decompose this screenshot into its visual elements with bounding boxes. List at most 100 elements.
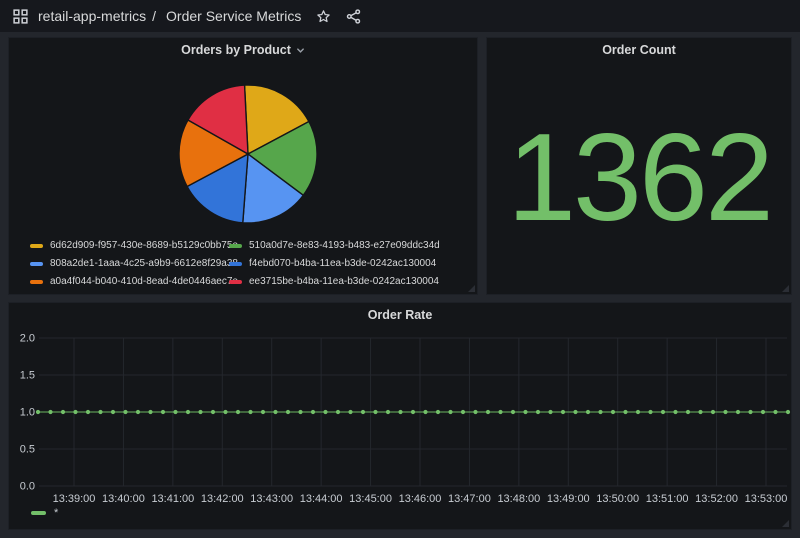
y-axis-tick-label: 0.5 <box>20 444 35 456</box>
data-point[interactable] <box>273 410 277 414</box>
data-point[interactable] <box>386 410 390 414</box>
data-point[interactable] <box>498 410 502 414</box>
panel-order-rate: Order Rate 2.01.51.00.50.013:39:0013:40:… <box>8 302 792 530</box>
data-point[interactable] <box>686 410 690 414</box>
data-point[interactable] <box>711 410 715 414</box>
data-point[interactable] <box>748 410 752 414</box>
data-point[interactable] <box>98 410 102 414</box>
data-point[interactable] <box>661 410 665 414</box>
data-point[interactable] <box>36 410 40 414</box>
x-axis-tick-label: 13:53:00 <box>745 493 788 505</box>
data-point[interactable] <box>423 410 427 414</box>
pie-legend-item[interactable]: 808a2de1-1aaa-4c25-a9b9-6612e8f29a38 <box>30 257 229 270</box>
data-point[interactable] <box>248 410 252 414</box>
data-point[interactable] <box>736 410 740 414</box>
data-point[interactable] <box>411 410 415 414</box>
panel-resize-handle[interactable] <box>468 285 475 292</box>
data-point[interactable] <box>61 410 65 414</box>
data-point[interactable] <box>361 410 365 414</box>
data-point[interactable] <box>636 410 640 414</box>
data-point[interactable] <box>548 410 552 414</box>
pie-legend-item[interactable]: 510a0d7e-8e83-4193-b483-e27e09ddc34d <box>229 239 440 252</box>
timeseries-chart[interactable]: 2.01.51.00.50.013:39:0013:40:0013:41:001… <box>9 303 793 531</box>
data-point[interactable] <box>773 410 777 414</box>
data-point[interactable] <box>298 410 302 414</box>
data-point[interactable] <box>573 410 577 414</box>
data-point[interactable] <box>211 410 215 414</box>
data-point[interactable] <box>86 410 90 414</box>
data-point[interactable] <box>323 410 327 414</box>
data-point[interactable] <box>623 410 627 414</box>
data-point[interactable] <box>723 410 727 414</box>
y-axis-tick-label: 0.0 <box>20 481 35 493</box>
data-point[interactable] <box>586 410 590 414</box>
data-point[interactable] <box>786 410 790 414</box>
x-axis-tick-label: 13:42:00 <box>201 493 244 505</box>
x-axis-tick-label: 13:43:00 <box>250 493 293 505</box>
data-point[interactable] <box>523 410 527 414</box>
breadcrumb-dashboard-title[interactable]: Order Service Metrics <box>166 8 301 24</box>
data-point[interactable] <box>311 410 315 414</box>
data-point[interactable] <box>148 410 152 414</box>
data-point[interactable] <box>136 410 140 414</box>
panel-order-count: Order Count 1362 <box>486 37 792 295</box>
data-point[interactable] <box>648 410 652 414</box>
data-point[interactable] <box>473 410 477 414</box>
data-point[interactable] <box>111 410 115 414</box>
timeseries-legend: * <box>31 507 58 519</box>
panel-resize-handle[interactable] <box>782 285 789 292</box>
share-icon[interactable] <box>343 6 363 26</box>
data-point[interactable] <box>48 410 52 414</box>
data-point[interactable] <box>223 410 227 414</box>
breadcrumb-folder[interactable]: retail-app-metrics <box>38 8 146 24</box>
data-point[interactable] <box>698 410 702 414</box>
data-point[interactable] <box>123 410 127 414</box>
data-point[interactable] <box>448 410 452 414</box>
apps-grid-icon[interactable] <box>10 6 30 26</box>
x-axis-tick-label: 13:41:00 <box>151 493 194 505</box>
data-point[interactable] <box>173 410 177 414</box>
data-point[interactable] <box>673 410 677 414</box>
data-point[interactable] <box>561 410 565 414</box>
data-point[interactable] <box>161 410 165 414</box>
panel-resize-handle[interactable] <box>782 520 789 527</box>
stat-value: 1362 <box>487 62 791 294</box>
grafana-dashboard: retail-app-metrics / Order Service Metri… <box>0 0 800 538</box>
pie-legend: 6d62d909-f957-430e-8689-b5129c0bb75e 510a… <box>30 239 440 288</box>
legend-color-marker <box>229 262 242 266</box>
data-point[interactable] <box>486 410 490 414</box>
x-axis-tick-label: 13:44:00 <box>300 493 343 505</box>
data-point[interactable] <box>348 410 352 414</box>
data-point[interactable] <box>536 410 540 414</box>
series-legend-marker[interactable] <box>31 511 46 515</box>
data-point[interactable] <box>611 410 615 414</box>
series-legend-label[interactable]: * <box>54 507 58 519</box>
data-point[interactable] <box>198 410 202 414</box>
data-point[interactable] <box>286 410 290 414</box>
pie-legend-item[interactable]: a0a4f044-b040-410d-8ead-4de0446aec7e <box>30 275 229 288</box>
x-axis-tick-label: 13:45:00 <box>349 493 392 505</box>
legend-series-label: 510a0d7e-8e83-4193-b483-e27e09ddc34d <box>249 240 440 251</box>
pie-legend-item[interactable]: f4ebd070-b4ba-11ea-b3de-0242ac130004 <box>229 257 440 270</box>
data-point[interactable] <box>598 410 602 414</box>
data-point[interactable] <box>373 410 377 414</box>
data-point[interactable] <box>261 410 265 414</box>
data-point[interactable] <box>461 410 465 414</box>
pie-chart[interactable] <box>178 84 318 224</box>
data-point[interactable] <box>511 410 515 414</box>
data-point[interactable] <box>186 410 190 414</box>
x-axis-tick-label: 13:52:00 <box>695 493 738 505</box>
data-point[interactable] <box>761 410 765 414</box>
data-point[interactable] <box>73 410 77 414</box>
pie-legend-item[interactable]: 6d62d909-f957-430e-8689-b5129c0bb75e <box>30 239 229 252</box>
x-axis-tick-label: 13:47:00 <box>448 493 491 505</box>
data-point[interactable] <box>336 410 340 414</box>
pie-legend-item[interactable]: ee3715be-b4ba-11ea-b3de-0242ac130004 <box>229 275 440 288</box>
data-point[interactable] <box>398 410 402 414</box>
panel-title-order-count[interactable]: Order Count <box>487 43 791 57</box>
star-icon[interactable] <box>313 6 333 26</box>
panel-title-orders-by-product[interactable]: Orders by Product <box>9 43 477 57</box>
data-point[interactable] <box>436 410 440 414</box>
legend-series-label: 6d62d909-f957-430e-8689-b5129c0bb75e <box>50 240 238 251</box>
data-point[interactable] <box>236 410 240 414</box>
